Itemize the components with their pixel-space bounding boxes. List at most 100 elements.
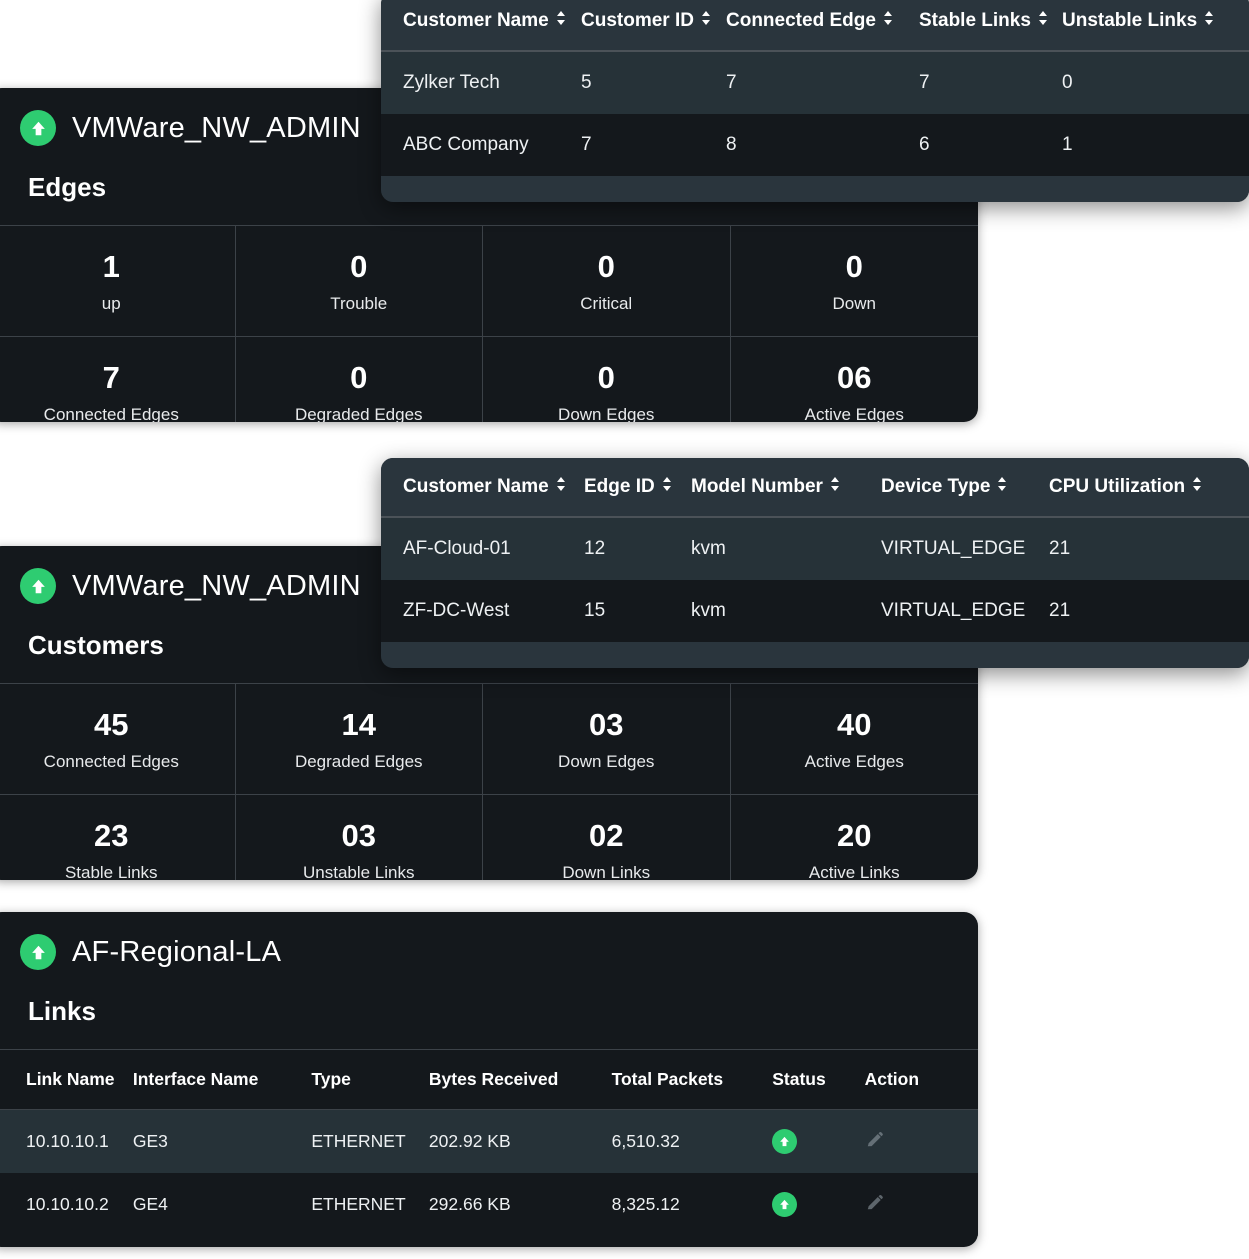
stat-value: 45 [0,706,227,744]
pencil-icon[interactable] [865,1130,884,1154]
column-header-cpu-utilization[interactable]: CPU Utilization [1049,458,1249,517]
stat-cell-active-links[interactable]: 20 Active Links [731,794,979,880]
column-header-customer-name[interactable]: Customer Name [381,458,584,517]
stat-value: 0 [739,248,971,286]
column-header-model-number[interactable]: Model Number [691,458,881,517]
stat-label: Connected Edges [0,405,227,422]
stat-cell-degraded-edges[interactable]: 14 Degraded Edges [236,683,484,794]
cell-action [865,1173,978,1236]
column-header-type[interactable]: Type [311,1050,429,1110]
cell-model-number: kvm [691,517,881,580]
stat-label: Active Edges [739,405,971,422]
links-table-body: 10.10.10.1 GE3 ETHERNET 202.92 KB 6,510.… [0,1110,978,1237]
pencil-icon[interactable] [865,1193,884,1217]
column-header-bytes-received[interactable]: Bytes Received [429,1050,612,1110]
stat-cell-active-edges[interactable]: 40 Active Edges [731,683,979,794]
table-row[interactable]: ABC Company 7 8 6 1 [381,114,1249,176]
header-label: Edge ID [584,476,655,498]
sort-updown-icon[interactable] [830,476,840,498]
sort-updown-icon[interactable] [997,476,1007,498]
header-label: Stable Links [919,10,1031,32]
stat-value: 02 [491,817,722,855]
customers-stat-grid: 45 Connected Edges 14 Degraded Edges 03 … [0,683,978,880]
customer-summary-table: Customer Name Customer ID [381,0,1249,176]
stat-cell-down-edges[interactable]: 0 Down Edges [483,336,731,422]
table-row[interactable]: ZF-DC-West 15 kvm VIRTUAL_EDGE 21 [381,580,1249,642]
column-header-total-packets[interactable]: Total Packets [612,1050,773,1110]
cell-device-type: VIRTUAL_EDGE [881,517,1049,580]
cell-cpu-utilization: 21 [1049,580,1249,642]
stat-label: Active Edges [739,752,971,772]
cell-edge-id: 12 [584,517,691,580]
column-header-edge-id[interactable]: Edge ID [584,458,691,517]
stat-cell-connected-edges[interactable]: 7 Connected Edges [0,336,236,422]
column-header-stable-links[interactable]: Stable Links [919,0,1062,51]
up-arrow-icon [20,110,56,146]
stat-value: 20 [739,817,971,855]
sort-updown-icon[interactable] [883,10,893,32]
table-row[interactable]: AF-Cloud-01 12 kvm VIRTUAL_EDGE 21 [381,517,1249,580]
header-label: Model Number [691,476,823,498]
sort-updown-icon[interactable] [662,476,672,498]
section-title: Links [0,970,978,1049]
sort-updown-icon[interactable] [1204,10,1214,32]
stat-label: Connected Edges [0,752,227,772]
column-header-interface-name[interactable]: Interface Name [133,1050,311,1110]
links-table-header-row: Link Name Interface Name Type Bytes Rece… [0,1050,978,1110]
stat-cell-critical[interactable]: 0 Critical [483,225,731,336]
cell-customer-name: AF-Cloud-01 [381,517,584,580]
stat-cell-connected-edges[interactable]: 45 Connected Edges [0,683,236,794]
stat-cell-down[interactable]: 0 Down [731,225,979,336]
card-title-row: AF-Regional-LA [0,934,978,970]
stat-label: Down Edges [491,405,722,422]
column-header-customer-name[interactable]: Customer Name [381,0,581,51]
dashboard-stage: VMWare_NW_ADMIN Edges 1 up 0 Trouble 0 C… [0,0,1249,1259]
table-row[interactable]: 10.10.10.1 GE3 ETHERNET 202.92 KB 6,510.… [0,1110,978,1174]
stat-cell-down-edges[interactable]: 03 Down Edges [483,683,731,794]
stat-label: Active Links [739,863,971,880]
stat-cell-active-edges[interactable]: 06 Active Edges [731,336,979,422]
column-header-status[interactable]: Status [772,1050,864,1110]
card-header: AF-Regional-LA Links [0,912,978,1049]
stat-value: 0 [491,359,722,397]
cell-total-packets: 6,510.32 [612,1110,773,1174]
links-widget-card: AF-Regional-LA Links Link Name Interface… [0,912,978,1247]
column-header-connected-edge[interactable]: Connected Edge [726,0,919,51]
column-header-device-type[interactable]: Device Type [881,458,1049,517]
cell-customer-name: ABC Company [381,114,581,176]
column-header-action[interactable]: Action [865,1050,978,1110]
table-row[interactable]: 10.10.10.2 GE4 ETHERNET 292.66 KB 8,325.… [0,1173,978,1236]
cell-unstable-links: 1 [1062,114,1249,176]
status-up-icon [772,1129,797,1154]
stat-value: 23 [0,817,227,855]
stat-cell-down-links[interactable]: 02 Down Links [483,794,731,880]
cell-customer-id: 7 [581,114,726,176]
sort-updown-icon[interactable] [701,10,711,32]
header-label: Customer Name [403,10,549,32]
column-header-unstable-links[interactable]: Unstable Links [1062,0,1249,51]
sort-updown-icon[interactable] [1038,10,1048,32]
entity-name: VMWare_NW_ADMIN [72,570,361,603]
stat-cell-unstable-links[interactable]: 03 Unstable Links [236,794,484,880]
cell-interface-name: GE4 [133,1173,311,1236]
stat-label: Critical [491,294,722,314]
stat-cell-trouble[interactable]: 0 Trouble [236,225,484,336]
stat-cell-stable-links[interactable]: 23 Stable Links [0,794,236,880]
sort-updown-icon[interactable] [556,10,566,32]
cell-model-number: kvm [691,580,881,642]
column-header-customer-id[interactable]: Customer ID [581,0,726,51]
stat-cell-degraded-edges[interactable]: 0 Degraded Edges [236,336,484,422]
stat-value: 7 [0,359,227,397]
stat-label: Down [739,294,971,314]
column-header-link-name[interactable]: Link Name [0,1050,133,1110]
stat-label: Unstable Links [244,863,475,880]
header-label: Unstable Links [1062,10,1197,32]
sort-updown-icon[interactable] [556,476,566,498]
up-arrow-icon [20,568,56,604]
table-header-row: Customer Name Edge ID [381,458,1249,517]
stat-cell-up[interactable]: 1 up [0,225,236,336]
sort-updown-icon[interactable] [1192,476,1202,498]
table-row[interactable]: Zylker Tech 5 7 7 0 [381,51,1249,114]
cell-stable-links: 7 [919,51,1062,114]
table-body: AF-Cloud-01 12 kvm VIRTUAL_EDGE 21 ZF-DC… [381,517,1249,642]
